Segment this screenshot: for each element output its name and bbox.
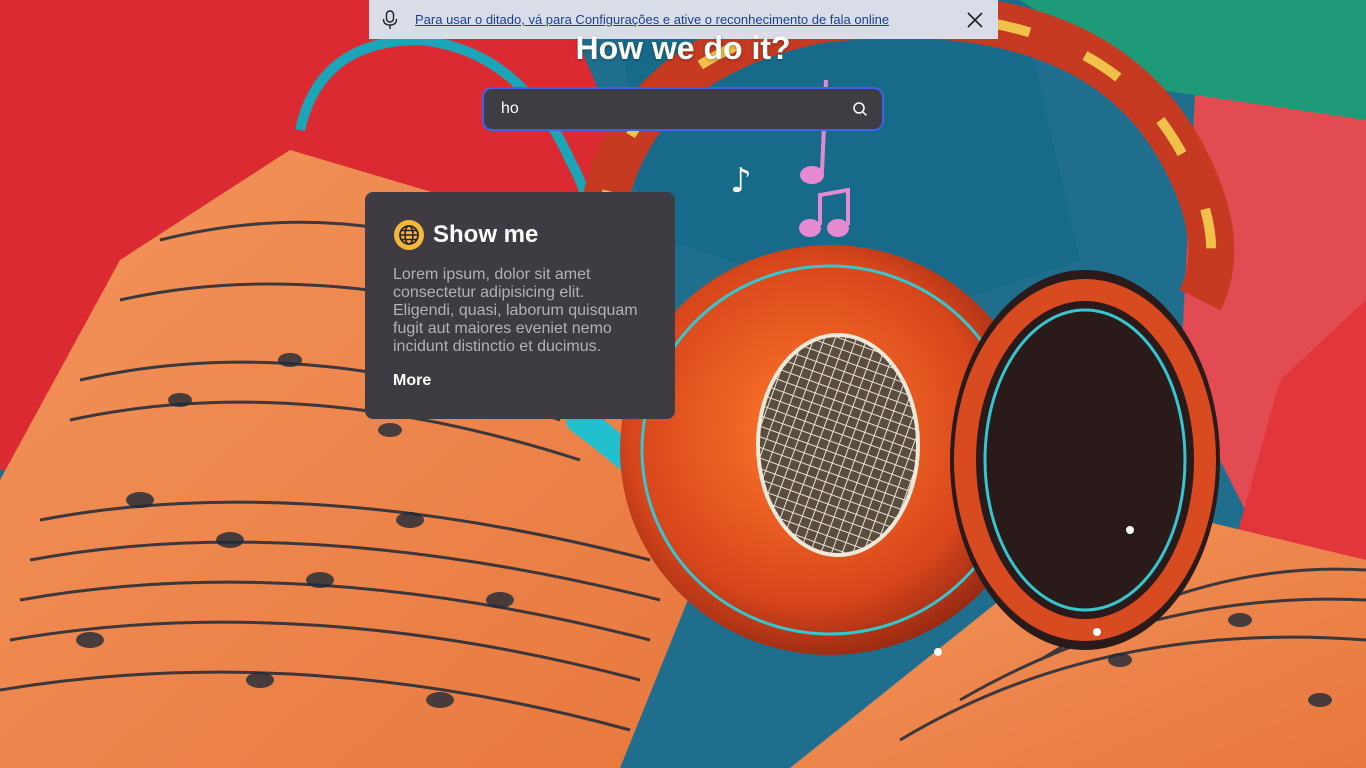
svg-text:♪: ♪ [730,161,752,201]
search-input[interactable] [501,100,852,118]
dictation-settings-link[interactable]: Para usar o ditado, vá para Configuraçõe… [415,12,964,27]
more-link[interactable]: More [393,372,431,390]
close-icon[interactable] [964,9,986,31]
globe-icon [394,220,424,250]
card-header: Show me [393,219,647,251]
card-title: Show me [433,221,539,248]
show-me-card: Show me Lorem ipsum, dolor sit amet cons… [365,192,675,419]
microphone-icon [382,9,398,29]
card-description: Lorem ipsum, dolor sit amet consectetur … [393,266,638,355]
page: ♪ Para usar o ditado, vá para Configuraç… [0,0,1366,768]
page-title: How we do it? [575,30,791,66]
search-box [482,87,884,131]
search-icon[interactable] [852,101,868,117]
